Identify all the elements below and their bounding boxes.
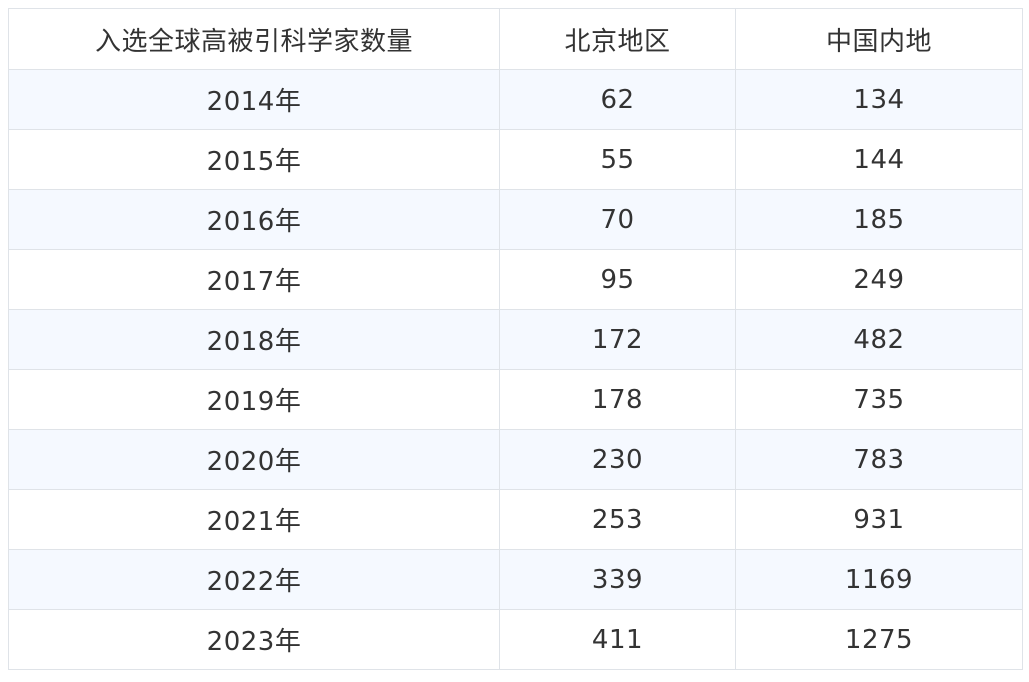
data-table: 入选全球高被引科学家数量 北京地区 中国内地 2014年 62 134 2015… <box>8 8 1023 670</box>
beijing-cell: 95 <box>499 249 736 310</box>
year-cell: 2021年 <box>8 489 500 550</box>
mainland-cell: 144 <box>735 129 1023 190</box>
header-cell-beijing: 北京地区 <box>499 8 736 70</box>
table-row: 2014年 62 134 <box>8 69 1023 130</box>
table-row: 2016年 70 185 <box>8 189 1023 250</box>
year-cell: 2020年 <box>8 429 500 490</box>
table-row: 2020年 230 783 <box>8 429 1023 490</box>
year-cell: 2016年 <box>8 189 500 250</box>
table-row: 2021年 253 931 <box>8 489 1023 550</box>
beijing-cell: 253 <box>499 489 736 550</box>
beijing-cell: 62 <box>499 69 736 130</box>
table-row: 2022年 339 1169 <box>8 549 1023 610</box>
table-header: 入选全球高被引科学家数量 北京地区 中国内地 <box>8 8 1023 70</box>
mainland-cell: 1169 <box>735 549 1023 610</box>
year-cell: 2019年 <box>8 369 500 430</box>
mainland-cell: 482 <box>735 309 1023 370</box>
year-cell: 2023年 <box>8 609 500 670</box>
year-cell: 2018年 <box>8 309 500 370</box>
table-row: 2017年 95 249 <box>8 249 1023 310</box>
mainland-cell: 249 <box>735 249 1023 310</box>
mainland-cell: 134 <box>735 69 1023 130</box>
table-row: 2018年 172 482 <box>8 309 1023 370</box>
table-row: 2015年 55 144 <box>8 129 1023 190</box>
beijing-cell: 230 <box>499 429 736 490</box>
table-row: 2019年 178 735 <box>8 369 1023 430</box>
header-cell-metric: 入选全球高被引科学家数量 <box>8 8 500 70</box>
year-cell: 2015年 <box>8 129 500 190</box>
mainland-cell: 783 <box>735 429 1023 490</box>
beijing-cell: 339 <box>499 549 736 610</box>
year-cell: 2014年 <box>8 69 500 130</box>
beijing-cell: 178 <box>499 369 736 430</box>
mainland-cell: 185 <box>735 189 1023 250</box>
beijing-cell: 172 <box>499 309 736 370</box>
table-body: 2014年 62 134 2015年 55 144 2016年 70 185 2… <box>8 69 1023 670</box>
mainland-cell: 931 <box>735 489 1023 550</box>
header-cell-mainland: 中国内地 <box>735 8 1023 70</box>
mainland-cell: 1275 <box>735 609 1023 670</box>
year-cell: 2017年 <box>8 249 500 310</box>
year-cell: 2022年 <box>8 549 500 610</box>
header-row: 入选全球高被引科学家数量 北京地区 中国内地 <box>8 8 1023 70</box>
table-row: 2023年 411 1275 <box>8 609 1023 670</box>
beijing-cell: 55 <box>499 129 736 190</box>
beijing-cell: 411 <box>499 609 736 670</box>
beijing-cell: 70 <box>499 189 736 250</box>
mainland-cell: 735 <box>735 369 1023 430</box>
